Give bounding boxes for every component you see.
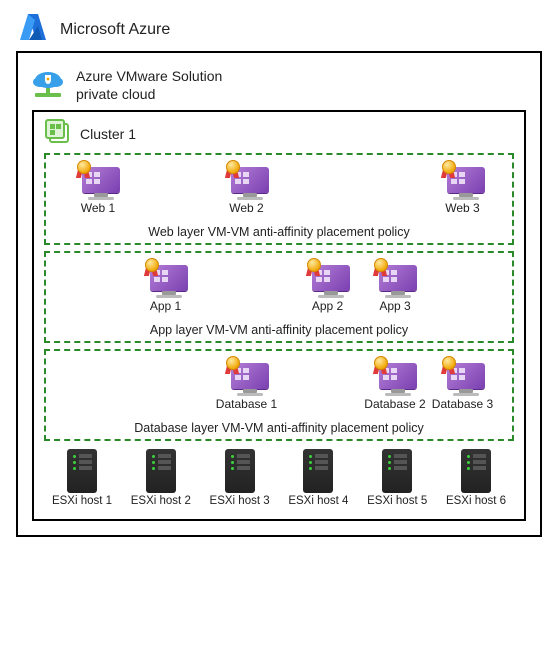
vm-item: Web 1 bbox=[63, 161, 133, 215]
cert-badge-icon bbox=[439, 355, 457, 373]
vm-item: Web 3 bbox=[428, 161, 498, 215]
cert-badge-icon bbox=[304, 257, 322, 275]
cluster-header: Cluster 1 bbox=[44, 118, 514, 149]
vm-label: Web 3 bbox=[428, 201, 498, 215]
top-header: Microsoft Azure bbox=[16, 12, 542, 47]
avs-title: Azure VMware Solution bbox=[76, 68, 222, 84]
cloud-shield-icon bbox=[30, 67, 66, 104]
cert-badge-icon bbox=[371, 355, 389, 373]
vm-item: App 1 bbox=[131, 259, 201, 313]
avs-title-block: Azure VMware Solution private cloud bbox=[76, 68, 222, 103]
vm-icon bbox=[373, 259, 417, 297]
vm-label: Web 2 bbox=[212, 201, 282, 215]
vm-item: Web 2 bbox=[212, 161, 282, 215]
host-item: ESXi host 2 bbox=[125, 449, 197, 507]
vm-label: App 3 bbox=[360, 299, 430, 313]
vm-icon bbox=[225, 161, 269, 199]
host-item: ESXi host 5 bbox=[361, 449, 433, 507]
vm-item: Database 3 bbox=[428, 357, 498, 411]
avs-subtitle: private cloud bbox=[76, 86, 155, 102]
host-label: ESXi host 2 bbox=[125, 495, 197, 507]
cert-badge-icon bbox=[223, 159, 241, 177]
vm-item: App 3 bbox=[360, 259, 430, 313]
host-item: ESXi host 6 bbox=[440, 449, 512, 507]
vm-item: Database 2 bbox=[360, 357, 430, 411]
host-label: ESXi host 3 bbox=[204, 495, 276, 507]
host-label: ESXi host 1 bbox=[46, 495, 118, 507]
host-label: ESXi host 6 bbox=[440, 495, 512, 507]
vm-row: Web 1 Web 2 Web 3 bbox=[54, 161, 504, 223]
vm-label: Database 2 bbox=[360, 397, 430, 411]
cluster-title: Cluster 1 bbox=[80, 126, 136, 142]
cluster-icon bbox=[44, 118, 72, 149]
policy-caption: Database layer VM-VM anti-affinity place… bbox=[54, 421, 504, 435]
server-icon bbox=[303, 449, 333, 493]
vm-label: App 1 bbox=[131, 299, 201, 313]
cluster-box: Cluster 1 Web 1 Web 2 Web 3 Web layer VM-VM… bbox=[32, 110, 526, 521]
server-icon bbox=[461, 449, 491, 493]
vm-item: Database 1 bbox=[212, 357, 282, 411]
vm-label: Database 3 bbox=[428, 397, 498, 411]
cert-badge-icon bbox=[142, 257, 160, 275]
vm-icon bbox=[76, 161, 120, 199]
host-item: ESXi host 4 bbox=[282, 449, 354, 507]
vm-icon bbox=[225, 357, 269, 395]
azure-logo-icon bbox=[16, 12, 50, 47]
policies-container: Web 1 Web 2 Web 3 Web layer VM-VM anti-affi… bbox=[44, 153, 514, 441]
server-icon bbox=[146, 449, 176, 493]
host-item: ESXi host 3 bbox=[204, 449, 276, 507]
vm-icon bbox=[306, 259, 350, 297]
policy-box: Database 1 Database 2Database 3 Database l… bbox=[44, 349, 514, 441]
vm-label: Database 1 bbox=[212, 397, 282, 411]
cert-badge-icon bbox=[439, 159, 457, 177]
host-item: ESXi host 1 bbox=[46, 449, 118, 507]
vm-label: App 2 bbox=[293, 299, 363, 313]
server-icon bbox=[382, 449, 412, 493]
vm-label: Web 1 bbox=[63, 201, 133, 215]
host-label: ESXi host 4 bbox=[282, 495, 354, 507]
vm-icon bbox=[441, 161, 485, 199]
vm-icon bbox=[373, 357, 417, 395]
policy-box: Web 1 Web 2 Web 3 Web layer VM-VM anti-affi… bbox=[44, 153, 514, 245]
vm-row: Database 1 Database 2Database 3 bbox=[54, 357, 504, 419]
policy-caption: Web layer VM-VM anti-affinity placement … bbox=[54, 225, 504, 239]
server-icon bbox=[67, 449, 97, 493]
vm-row: App 1 App 2App 3 bbox=[54, 259, 504, 321]
page-title: Microsoft Azure bbox=[60, 21, 170, 39]
host-label: ESXi host 5 bbox=[361, 495, 433, 507]
cert-badge-icon bbox=[223, 355, 241, 373]
avs-header: Azure VMware Solution private cloud bbox=[30, 67, 530, 104]
cert-badge-icon bbox=[371, 257, 389, 275]
private-cloud-box: Azure VMware Solution private cloud Clus… bbox=[16, 51, 542, 537]
page: Microsoft Azure Azure VMware Solution pr… bbox=[0, 0, 558, 666]
host-row: ESXi host 1 ESXi host 2 ESXi host 3 ESXi ho… bbox=[44, 449, 514, 507]
vm-item: App 2 bbox=[293, 259, 363, 313]
cert-badge-icon bbox=[74, 159, 92, 177]
policy-box: App 1 App 2App 3 App layer VM-VM anti-affi… bbox=[44, 251, 514, 343]
vm-icon bbox=[144, 259, 188, 297]
vm-icon bbox=[441, 357, 485, 395]
server-icon bbox=[225, 449, 255, 493]
policy-caption: App layer VM-VM anti-affinity placement … bbox=[54, 323, 504, 337]
